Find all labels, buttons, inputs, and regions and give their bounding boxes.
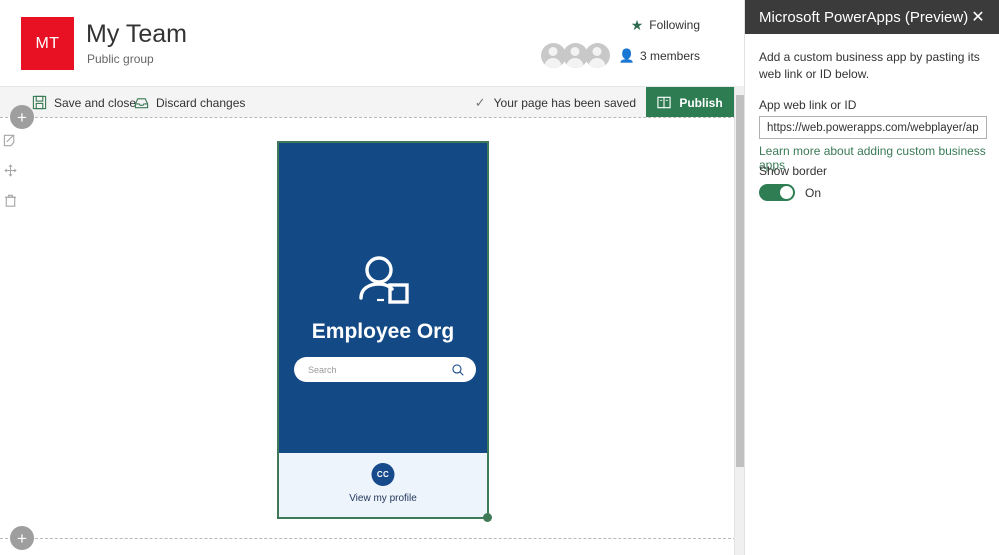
move-webpart-icon[interactable]	[2, 162, 19, 179]
members-button[interactable]: 👤 3 members	[540, 43, 700, 68]
show-border-label: Show border	[759, 164, 828, 178]
webpart-toolbar	[2, 132, 19, 209]
person-org-icon	[359, 256, 409, 304]
powerapps-webpart[interactable]: Employee Org Search CC View my profile	[277, 141, 492, 522]
view-my-profile-link[interactable]: View my profile	[279, 493, 487, 504]
app-preview-top: Employee Org Search	[279, 143, 487, 453]
app-search-box[interactable]: Search	[294, 357, 476, 382]
publish-label: Publish	[679, 95, 723, 110]
discard-icon	[134, 98, 149, 109]
close-icon[interactable]: ✕	[964, 0, 992, 34]
page-canvas: + + Employee Org Search CC View my profi…	[0, 105, 736, 555]
app-link-field-label: App web link or ID	[759, 98, 857, 112]
add-section-top-label: +	[17, 107, 27, 127]
members-count: 👤 3 members	[619, 48, 700, 64]
add-section-bottom-label: +	[17, 528, 27, 548]
discard-changes-button[interactable]: Discard changes	[128, 87, 251, 118]
person-icon: 👤	[618, 47, 635, 63]
save-status: ✓ Your page has been saved	[475, 87, 636, 118]
site-subtitle: Public group	[87, 52, 154, 66]
section-divider-top	[0, 117, 736, 118]
site-logo-initials: MT	[35, 34, 60, 52]
save-status-label: Your page has been saved	[493, 95, 636, 110]
panel-header: Microsoft PowerApps (Preview) ✕	[745, 0, 999, 34]
delete-webpart-icon[interactable]	[2, 192, 19, 209]
webpart-resize-handle[interactable]	[483, 513, 492, 522]
edit-webpart-icon[interactable]	[2, 132, 19, 149]
avatar-facepile	[540, 43, 610, 68]
show-border-toggle-row: On	[759, 184, 821, 201]
app-preview-footer: CC View my profile	[279, 453, 487, 517]
site-title: My Team	[86, 20, 187, 48]
panel-title: Microsoft PowerApps (Preview)	[759, 8, 969, 26]
avatar	[584, 43, 610, 68]
canvas-scrollbar-thumb[interactable]	[736, 95, 744, 467]
command-bar: Save and close Discard changes ✓ Your pa…	[0, 86, 744, 118]
following-label: Following	[649, 18, 700, 32]
toggle-knob	[780, 186, 793, 199]
show-border-toggle[interactable]	[759, 184, 795, 201]
panel-description: Add a custom business app by pasting its…	[759, 50, 980, 82]
app-link-input[interactable]	[759, 116, 987, 139]
app-search-placeholder: Search	[308, 364, 337, 375]
discard-changes-label: Discard changes	[156, 95, 246, 110]
save-and-close-button[interactable]: Save and close	[26, 87, 142, 118]
profile-avatar[interactable]: CC	[371, 463, 395, 486]
save-icon	[32, 95, 47, 110]
app-title: Employee Org	[311, 320, 455, 343]
site-logo: MT	[21, 17, 74, 70]
canvas-scrollbar[interactable]	[734, 86, 744, 555]
webpart-properties-panel: Microsoft PowerApps (Preview) ✕ Add a cu…	[744, 0, 999, 555]
star-icon: ★	[630, 17, 644, 33]
save-and-close-label: Save and close	[54, 95, 137, 110]
search-icon[interactable]	[451, 363, 465, 377]
publish-button[interactable]: Publish	[646, 87, 734, 118]
following-button[interactable]: ★ Following	[631, 18, 700, 32]
show-border-state: On	[805, 185, 822, 200]
app-root: MT My Team Public group ★ Following 👤 3 …	[0, 0, 999, 555]
add-section-top-button[interactable]: +	[10, 105, 34, 129]
section-divider-bottom	[0, 538, 736, 539]
site-header: MT My Team Public group ★ Following 👤 3 …	[0, 0, 744, 86]
profile-avatar-initials: CC	[376, 470, 390, 479]
add-section-bottom-button[interactable]: +	[10, 526, 34, 550]
book-icon	[657, 96, 671, 109]
page-editing-area: MT My Team Public group ★ Following 👤 3 …	[0, 0, 744, 555]
members-label: 3 members	[639, 48, 700, 63]
checkmark-icon: ✓	[474, 94, 486, 110]
